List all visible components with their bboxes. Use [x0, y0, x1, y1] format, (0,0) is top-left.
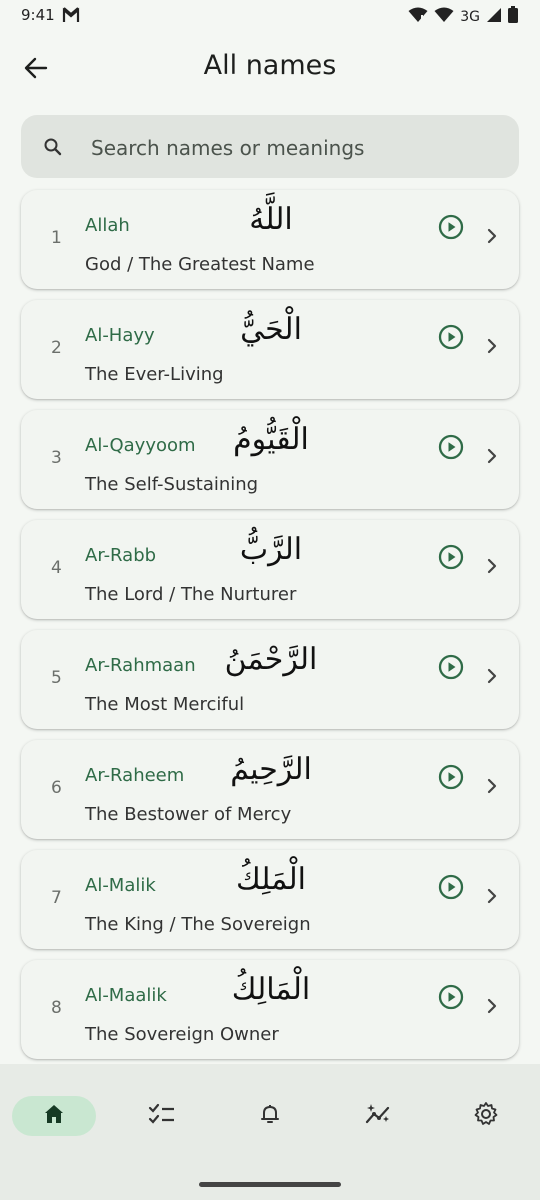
name-number: 8 — [51, 998, 62, 1018]
name-meaning: The Bestower of Mercy — [85, 804, 292, 825]
battery-icon — [508, 6, 518, 27]
wifi-icon — [408, 7, 428, 27]
status-icons: 3G — [408, 6, 518, 27]
name-card[interactable]: 8 Al-Maalik الْمَالِكُ The Sovereign Own… — [21, 960, 519, 1059]
name-transliteration: Allah — [85, 215, 130, 236]
checklist-icon — [148, 1102, 176, 1130]
name-meaning: The Most Merciful — [85, 694, 245, 715]
name-card[interactable]: 6 Ar-Raheem الرَّحِيمُ The Bestower of M… — [21, 740, 519, 839]
name-meaning: The Sovereign Owner — [85, 1024, 279, 1045]
play-audio-button[interactable] — [438, 874, 464, 900]
name-number: 1 — [51, 228, 62, 248]
name-meaning: The Lord / The Nurturer — [85, 584, 297, 605]
name-card[interactable]: 4 Ar-Rabb الرَّبُّ The Lord / The Nurtur… — [21, 520, 519, 619]
network-type: 3G — [460, 8, 480, 25]
chevron-right-icon — [484, 998, 500, 1014]
search-bar[interactable] — [21, 115, 519, 178]
name-card[interactable]: 2 Al-Hayy الْحَيُّ The Ever-Living — [21, 300, 519, 399]
name-transliteration: Al-Qayyoom — [85, 435, 196, 456]
play-audio-button[interactable] — [438, 214, 464, 240]
play-audio-button[interactable] — [438, 544, 464, 570]
name-number: 3 — [51, 448, 62, 468]
name-card[interactable]: 3 Al-Qayyoom الْقَيُّومُ The Self-Sustai… — [21, 410, 519, 509]
play-circle-icon — [438, 214, 464, 240]
play-audio-button[interactable] — [438, 434, 464, 460]
chevron-right-icon — [484, 668, 500, 684]
status-time: 9:41 — [21, 6, 55, 24]
play-circle-icon — [438, 544, 464, 570]
chevron-right-icon — [484, 228, 500, 244]
nav-checklist[interactable] — [120, 1096, 204, 1136]
sparkle-chart-icon — [364, 1102, 392, 1130]
wifi-icon-secondary — [434, 7, 454, 27]
name-arabic: الرَّبُّ — [239, 532, 303, 567]
play-circle-icon — [438, 434, 464, 460]
play-circle-icon — [438, 324, 464, 350]
name-arabic: الْحَيُّ — [240, 312, 302, 347]
name-arabic: الرَّحْمَنُ — [224, 642, 318, 677]
name-number: 4 — [51, 558, 62, 578]
name-meaning: The Ever-Living — [85, 364, 224, 385]
chevron-right-icon — [484, 888, 500, 904]
play-circle-icon — [438, 874, 464, 900]
name-meaning: God / The Greatest Name — [85, 254, 315, 275]
name-transliteration: Ar-Rahmaan — [85, 655, 196, 676]
play-circle-icon — [438, 764, 464, 790]
nav-home[interactable] — [12, 1096, 96, 1136]
status-bar: 9:41 3G — [0, 0, 540, 32]
name-transliteration: Ar-Rabb — [85, 545, 157, 566]
name-number: 2 — [51, 338, 62, 358]
play-audio-button[interactable] — [438, 984, 464, 1010]
name-card[interactable]: 1 Allah اللَّهُ God / The Greatest Name — [21, 190, 519, 289]
notification-icon — [62, 7, 80, 27]
chevron-right-icon — [484, 778, 500, 794]
name-transliteration: Al-Malik — [85, 875, 156, 896]
bell-icon — [258, 1102, 282, 1130]
name-arabic: اللَّهُ — [249, 202, 293, 237]
search-icon — [43, 137, 63, 161]
chevron-right-icon — [484, 338, 500, 354]
name-arabic: الْمَلِكُ — [235, 862, 307, 897]
name-meaning: The Self-Sustaining — [85, 474, 259, 495]
name-card[interactable]: 7 Al-Malik الْمَلِكُ The King / The Sove… — [21, 850, 519, 949]
bottom-navigation — [0, 1064, 540, 1200]
page-title: All names — [203, 50, 337, 81]
name-number: 6 — [51, 778, 62, 798]
chevron-right-icon — [484, 448, 500, 464]
name-number: 7 — [51, 888, 62, 908]
name-transliteration: Al-Maalik — [85, 985, 167, 1006]
gear-icon — [473, 1101, 499, 1131]
name-arabic: الْقَيُّومُ — [233, 422, 309, 457]
nav-progress[interactable] — [336, 1096, 420, 1136]
play-audio-button[interactable] — [438, 324, 464, 350]
play-circle-icon — [438, 654, 464, 680]
name-transliteration: Ar-Raheem — [85, 765, 185, 786]
name-card[interactable]: 5 Ar-Rahmaan الرَّحْمَنُ The Most Mercif… — [21, 630, 519, 729]
home-indicator[interactable] — [199, 1182, 341, 1187]
nav-settings[interactable] — [444, 1096, 528, 1136]
play-audio-button[interactable] — [438, 764, 464, 790]
search-input[interactable] — [89, 127, 503, 169]
play-circle-icon — [438, 984, 464, 1010]
signal-icon — [486, 7, 502, 27]
play-audio-button[interactable] — [438, 654, 464, 680]
name-arabic: الرَّحِيمُ — [230, 752, 312, 787]
name-arabic: الْمَالِكُ — [231, 972, 311, 1007]
top-app-bar: All names — [0, 40, 540, 100]
name-transliteration: Al-Hayy — [85, 325, 155, 346]
home-icon — [42, 1102, 66, 1130]
chevron-right-icon — [484, 558, 500, 574]
nav-reminders[interactable] — [228, 1096, 312, 1136]
name-meaning: The King / The Sovereign — [85, 914, 311, 935]
name-number: 5 — [51, 668, 62, 688]
